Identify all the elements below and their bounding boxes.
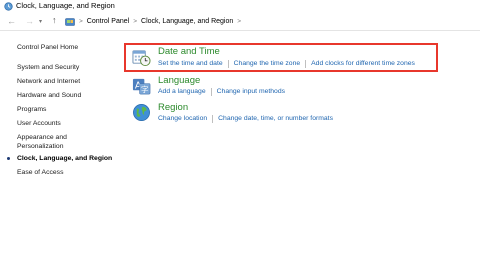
link-change-formats[interactable]: Change date, time, or number formats <box>218 115 333 123</box>
region-globe-icon[interactable] <box>132 103 151 122</box>
sidebar-item-clock-language-region[interactable]: Clock, Language, and Region <box>17 155 112 163</box>
forward-button[interactable]: → <box>25 17 34 26</box>
language-links: Add a language Change input methods <box>158 88 285 96</box>
window-title: Clock, Language, and Region <box>16 1 115 10</box>
highlight-box <box>124 43 438 72</box>
sidebar-item-personalization[interactable]: Personalization <box>17 143 63 151</box>
category-title-language[interactable]: Language <box>158 75 200 86</box>
breadcrumb-separator: > <box>133 18 138 25</box>
active-item-bullet <box>7 157 10 160</box>
link-divider <box>210 88 212 96</box>
sidebar-item-hardware-sound[interactable]: Hardware and Sound <box>17 92 81 100</box>
language-icon[interactable]: A 字 <box>132 77 151 96</box>
link-add-language[interactable]: Add a language <box>158 88 206 96</box>
region-links: Change location Change date, time, or nu… <box>158 115 333 123</box>
breadcrumb-control-panel[interactable]: Control Panel <box>87 18 129 25</box>
sidebar-item-ease-of-access[interactable]: Ease of Access <box>17 169 63 177</box>
svg-text:字: 字 <box>141 84 149 94</box>
breadcrumb-separator: > <box>79 18 83 25</box>
category-title-region[interactable]: Region <box>158 102 188 113</box>
sidebar-item-user-accounts[interactable]: User Accounts <box>17 120 61 128</box>
sidebar-item-programs[interactable]: Programs <box>17 106 46 114</box>
sidebar-item-network-internet[interactable]: Network and Internet <box>17 78 80 86</box>
control-panel-icon <box>65 18 75 26</box>
link-divider <box>212 115 214 123</box>
sidebar-item-appearance[interactable]: Appearance and <box>17 134 67 142</box>
address-bar: ← → ▾ ↑ > Control Panel > Clock, Languag… <box>0 14 480 31</box>
sidebar-item-system-security[interactable]: System and Security <box>17 64 79 72</box>
clock-globe-icon <box>4 2 13 11</box>
recent-locations-dropdown[interactable]: ▾ <box>39 18 42 27</box>
link-change-input-methods[interactable]: Change input methods <box>217 88 285 96</box>
breadcrumb: > Control Panel > Clock, Language, and R… <box>79 18 241 25</box>
title-bar: Clock, Language, and Region <box>0 0 480 14</box>
back-button[interactable]: ← <box>7 17 16 26</box>
breadcrumb-separator[interactable]: > <box>237 18 241 25</box>
up-button[interactable]: ↑ <box>52 16 57 25</box>
breadcrumb-clock-language-region[interactable]: Clock, Language, and Region <box>141 18 233 25</box>
sidebar-item-control-panel-home[interactable]: Control Panel Home <box>17 44 78 52</box>
link-change-location[interactable]: Change location <box>158 115 207 123</box>
